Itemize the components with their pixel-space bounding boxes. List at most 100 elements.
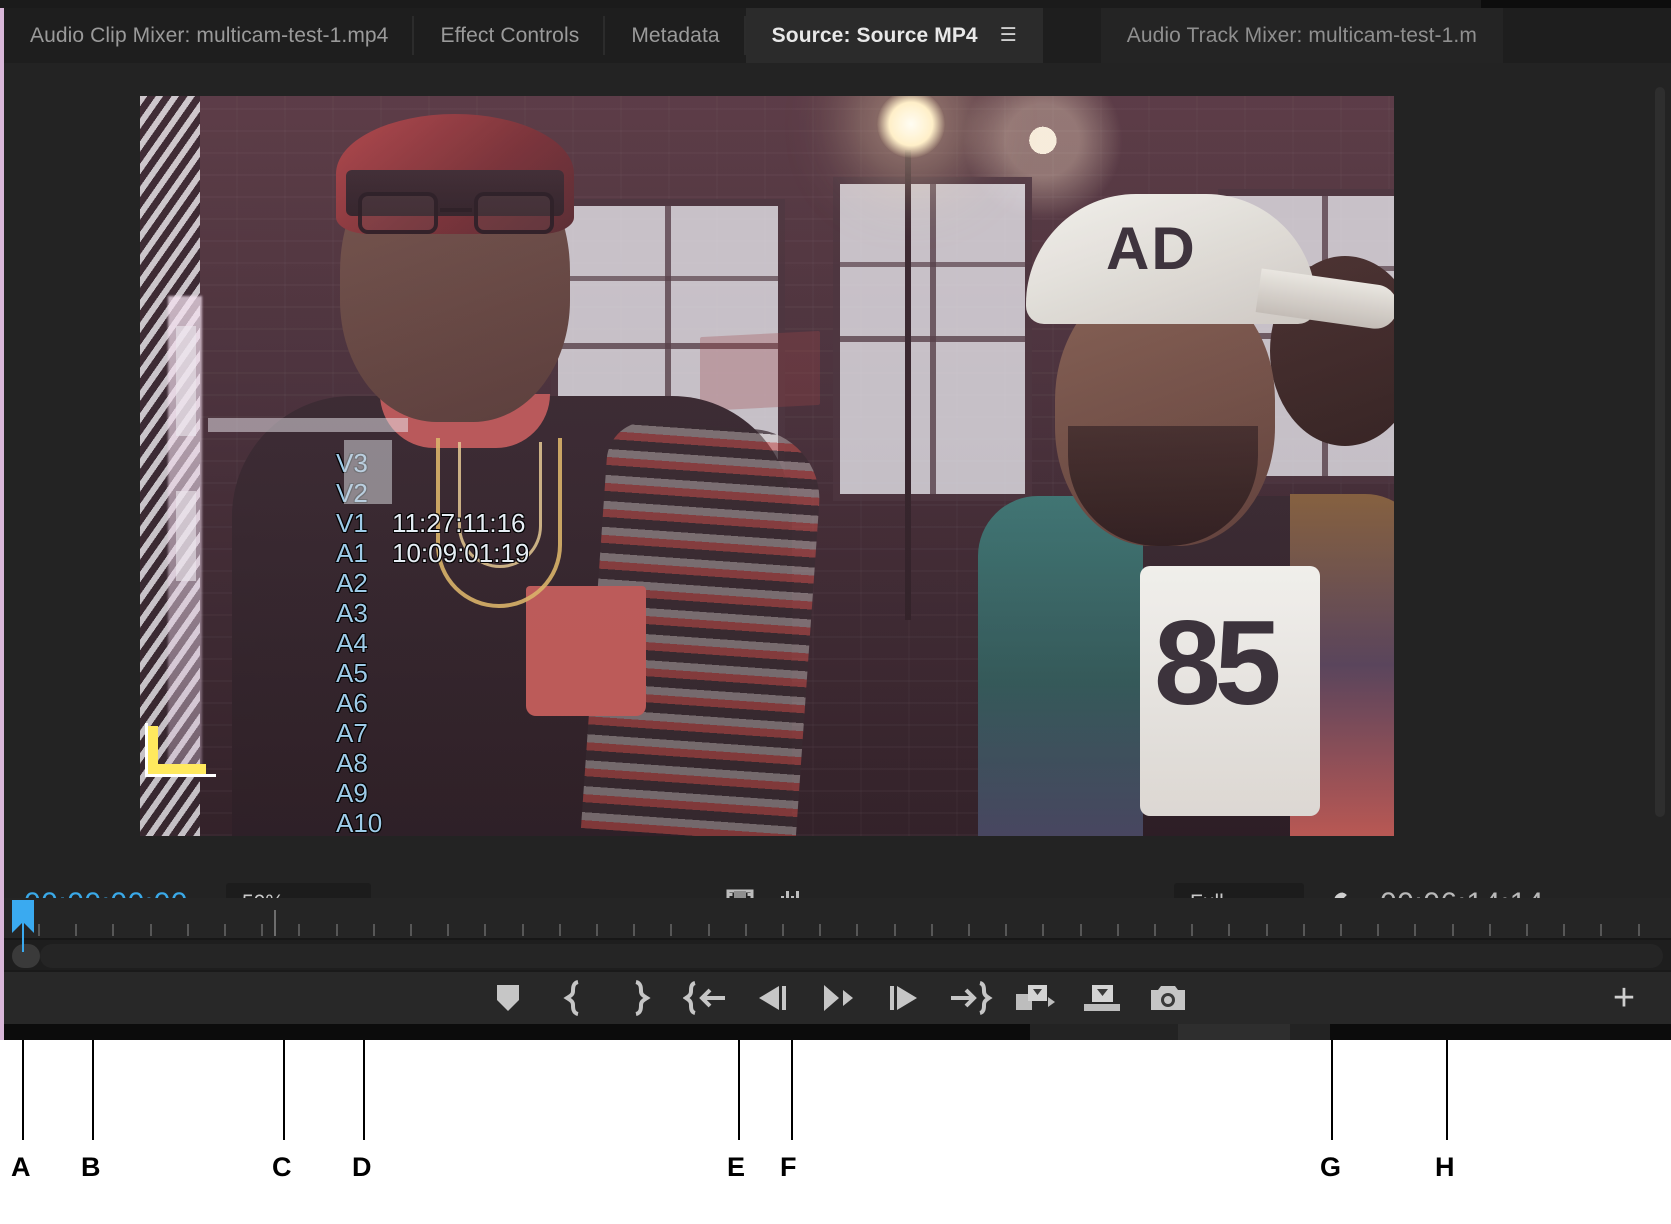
- tab-audio-track-mixer[interactable]: Audio Track Mixer: multicam-test-1.m: [1101, 8, 1503, 63]
- wall-sign: [700, 331, 820, 411]
- ruler-tick: [968, 924, 970, 936]
- ruler-tick: [1489, 924, 1491, 936]
- tab-metadata[interactable]: Metadata: [605, 8, 745, 63]
- window-mullion-horizontal: [840, 336, 1025, 342]
- mark-out-button[interactable]: [607, 973, 673, 1023]
- go-to-out-button[interactable]: [937, 973, 1003, 1023]
- ruler-tick: [1117, 924, 1119, 936]
- callout-label-h: H: [1435, 1152, 1455, 1183]
- tab-source[interactable]: Source: Source MP4 ☰: [746, 8, 1043, 63]
- transport-button-bar: +: [4, 970, 1671, 1024]
- overlay-bar-upper: [176, 326, 196, 436]
- panel-top-right-cap: [1481, 0, 1671, 8]
- ruler-tick: [410, 924, 412, 936]
- cap-logo-text: AD: [1106, 214, 1296, 283]
- ruler-tick: [819, 924, 821, 936]
- tab-source-label: Source: Source MP4: [772, 24, 978, 48]
- source-video-frame[interactable]: 85 AD V3 V2: [140, 96, 1394, 836]
- playhead-line: [22, 922, 24, 952]
- callout-label-c: C: [272, 1152, 292, 1183]
- zoom-scrollbar-thumb[interactable]: [12, 944, 40, 968]
- ruler-tick: [522, 924, 524, 936]
- tab-bar-gap: [1043, 8, 1101, 63]
- ruler-tick: [1191, 924, 1193, 936]
- ruler-tick: [894, 924, 896, 936]
- ruler-tick: [1377, 924, 1379, 936]
- callout-leader-line: [1331, 1040, 1333, 1140]
- overwrite-button[interactable]: [1069, 973, 1135, 1023]
- ruler-tick: [633, 924, 635, 936]
- panel-tab-bar: Audio Clip Mixer: multicam-test-1.mp4 Ef…: [4, 8, 1671, 63]
- tab-audio-clip-mixer[interactable]: Audio Clip Mixer: multicam-test-1.mp4: [4, 8, 414, 63]
- ruler-tick: [1303, 924, 1305, 936]
- tab-audio-clip-mixer-label: Audio Clip Mixer: multicam-test-1.mp4: [30, 24, 388, 48]
- subject-right-jersey: 85: [1140, 566, 1320, 816]
- ruler-tick: [261, 924, 263, 936]
- mark-in-button[interactable]: [541, 973, 607, 1023]
- ruler-tick: [708, 924, 710, 936]
- overlay-bar-lower: [176, 491, 196, 581]
- callout-leader-line: [1446, 1040, 1448, 1140]
- subject-left-chest-pocket: [526, 586, 646, 716]
- ruler-tick: [75, 924, 77, 936]
- ruler-tick: [1563, 924, 1565, 936]
- timeline-zoom-scrollbar[interactable]: [4, 938, 1671, 970]
- subject-left-glasses: [358, 192, 554, 234]
- monitor-vertical-scrollbar[interactable]: [1655, 87, 1665, 817]
- ruler-tick: [1228, 924, 1230, 936]
- step-back-button[interactable]: [739, 973, 805, 1023]
- ruler-tick: [1080, 924, 1082, 936]
- playhead-body: [12, 900, 34, 922]
- callout-leader-line: [363, 1040, 365, 1140]
- callout-label-e: E: [727, 1152, 745, 1183]
- callout-leader-line: [738, 1040, 740, 1140]
- tab-metadata-label: Metadata: [631, 24, 719, 48]
- insert-button[interactable]: [1003, 973, 1069, 1023]
- ruler-tick: [1005, 924, 1007, 936]
- export-frame-button[interactable]: [1135, 973, 1201, 1023]
- ruler-tick: [596, 924, 598, 936]
- title-safe-margin-corner: [148, 726, 206, 774]
- ruler-tick: [336, 924, 338, 936]
- ruler-tick: [224, 924, 226, 936]
- tab-effect-controls[interactable]: Effect Controls: [414, 8, 605, 63]
- zoom-scrollbar-track[interactable]: [40, 944, 1663, 968]
- hamburger-menu-icon[interactable]: ☰: [1000, 26, 1017, 45]
- step-forward-button[interactable]: [871, 973, 937, 1023]
- video-monitor-area[interactable]: 85 AD V3 V2: [4, 63, 1671, 873]
- ruler-tick: [1600, 924, 1602, 936]
- callout-annotation-area: ABCDEFGH: [0, 1040, 1671, 1224]
- ruler-tick: [150, 924, 152, 936]
- ruler-tick: [931, 924, 933, 936]
- callout-leader-line: [791, 1040, 793, 1140]
- overlay-bar-horizontal: [208, 418, 408, 432]
- panel-bottom-hint-b: [1178, 1024, 1290, 1040]
- glasses-lens-left: [358, 192, 438, 234]
- source-time-ruler[interactable]: [4, 898, 1671, 938]
- ruler-tick: [1452, 924, 1454, 936]
- ruler-tick: [745, 924, 747, 936]
- window-pane-center: [840, 184, 1025, 494]
- ruler-tick: [447, 924, 449, 936]
- play-stop-button[interactable]: [805, 973, 871, 1023]
- ruler-tick: [373, 924, 375, 936]
- ruler-tick: [1340, 924, 1342, 936]
- playhead-marker[interactable]: [12, 900, 34, 932]
- add-marker-button[interactable]: [475, 973, 541, 1023]
- callout-label-b: B: [81, 1152, 101, 1183]
- ruler-tick: [112, 924, 114, 936]
- button-editor-plus[interactable]: +: [1607, 981, 1641, 1015]
- panel-top-strip: [0, 0, 1671, 8]
- tab-effect-controls-label: Effect Controls: [440, 24, 579, 48]
- callout-label-f: F: [780, 1152, 797, 1183]
- source-monitor-panel: Audio Clip Mixer: multicam-test-1.mp4 Ef…: [0, 0, 1671, 1040]
- jersey-number-text: 85: [1154, 594, 1275, 732]
- glasses-bridge: [440, 208, 472, 212]
- lamp-stand-pole: [905, 150, 911, 620]
- callout-leader-line: [283, 1040, 285, 1140]
- window-mullion-horizontal-upper: [840, 262, 1025, 267]
- go-to-in-button[interactable]: [673, 973, 739, 1023]
- subject-right-jacket-left-panel: [978, 496, 1143, 836]
- ruler-tick-major: [274, 910, 276, 936]
- ruler-tick: [298, 924, 300, 936]
